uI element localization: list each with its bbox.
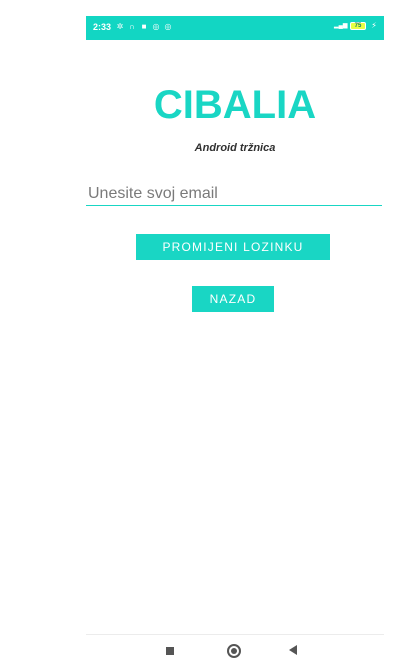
app-icon: ■ [141, 22, 147, 31]
sync-icon: ◎ [152, 22, 160, 31]
headphones-icon: ∩ [129, 22, 135, 31]
status-bar: 2:33 ✲ ∩ ■ ◎ ◎ ▂▄▆ 75 ⚡ [86, 16, 384, 40]
app-title: CIBALIA [153, 83, 317, 127]
status-time: 2:33 [93, 22, 112, 32]
nav-divider [86, 634, 384, 635]
status-left: 2:33 ✲ ∩ ■ ◎ ◎ [93, 22, 172, 32]
navigation-bar [86, 640, 384, 662]
status-right: ▂▄▆ 75 ⚡ [334, 22, 378, 30]
back-button[interactable]: NAZAD [192, 286, 274, 312]
screen: 2:33 ✲ ∩ ■ ◎ ◎ ▂▄▆ 75 ⚡ CIBALIA Android … [0, 0, 393, 662]
battery-icon: 75 [350, 22, 366, 30]
signal-icon: ▂▄▆ [334, 23, 348, 29]
back-icon[interactable] [289, 645, 297, 655]
sync-icon: ◎ [164, 22, 172, 31]
recent-apps-icon[interactable] [166, 647, 174, 655]
change-password-button[interactable]: PROMIJENI LOZINKU [136, 234, 330, 260]
email-field[interactable] [86, 182, 382, 206]
charging-icon: ⚡ [371, 21, 377, 30]
app-subtitle: Android tržnica [194, 142, 276, 154]
home-icon[interactable] [227, 644, 241, 658]
settings-icon: ✲ [116, 22, 124, 31]
